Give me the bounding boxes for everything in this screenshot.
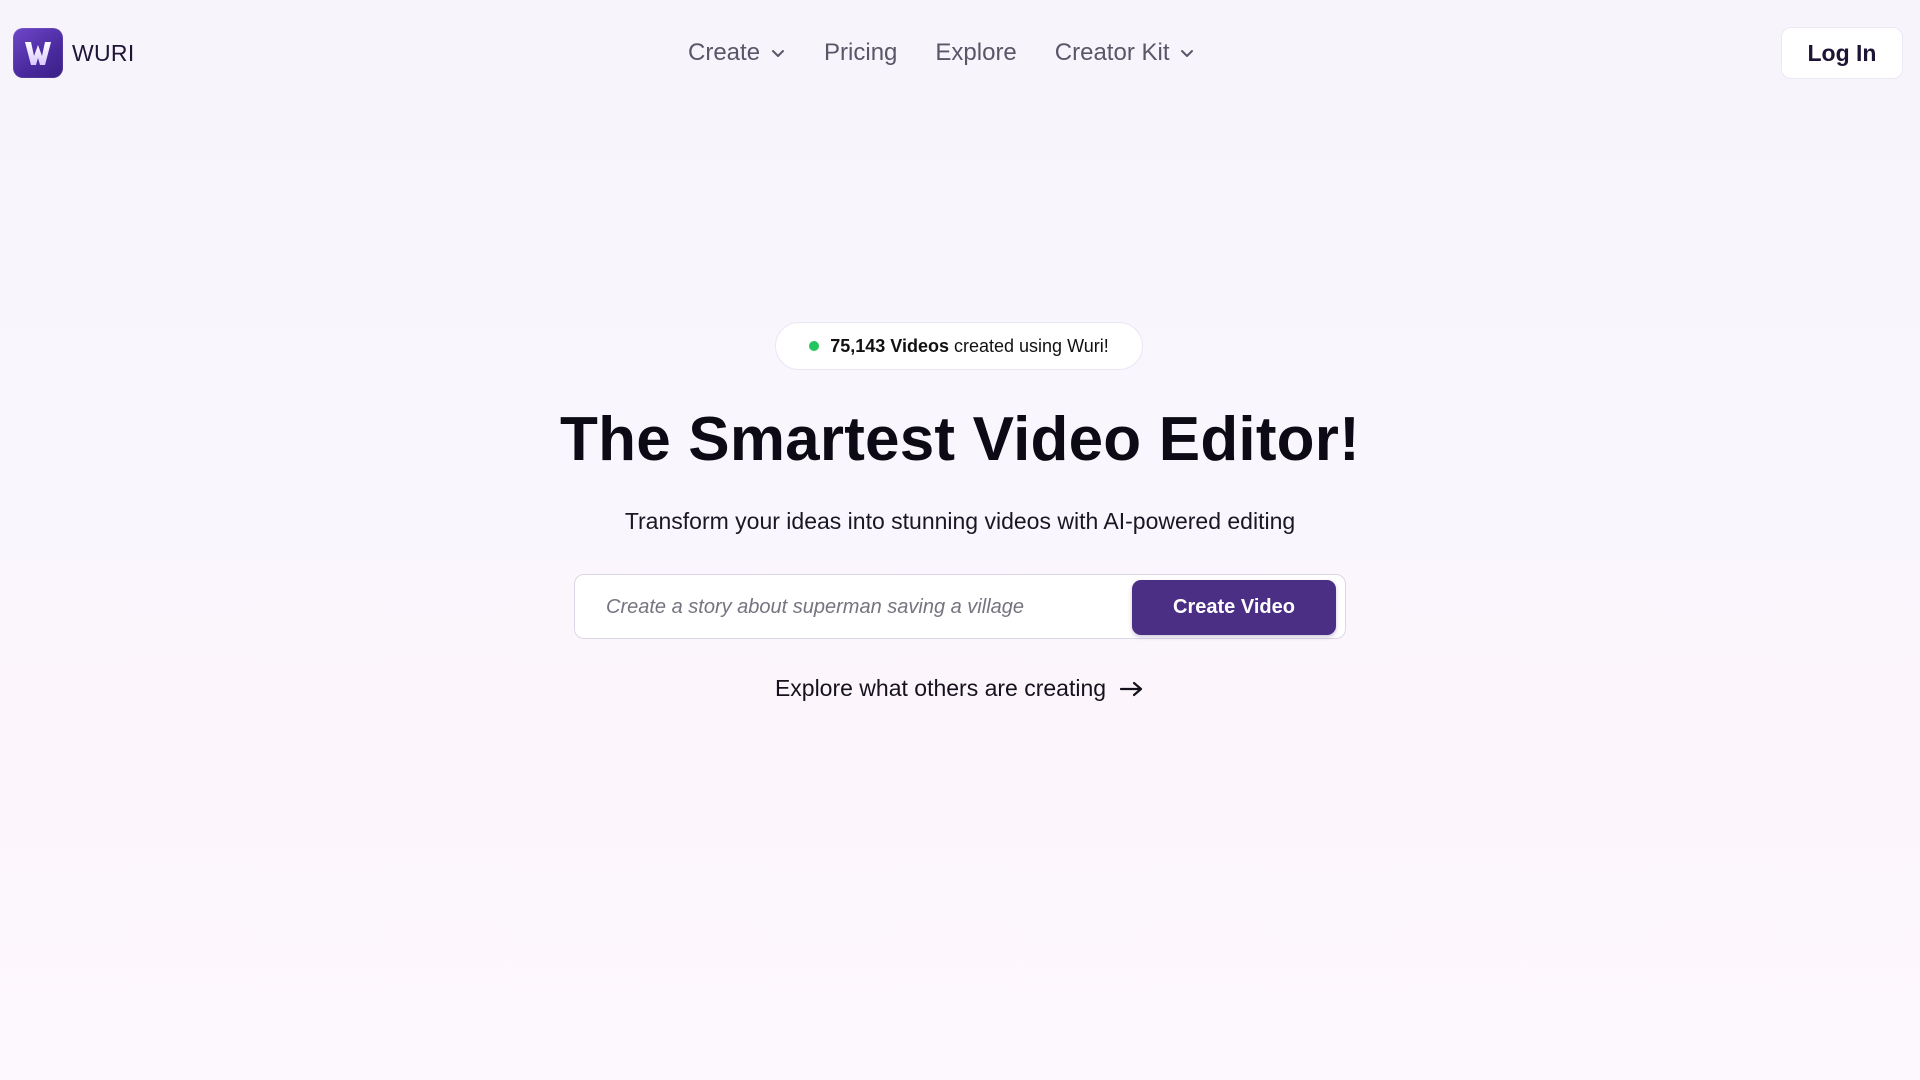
- explore-link-label: Explore what others are creating: [774, 675, 1107, 701]
- nav-item-create[interactable]: Create: [688, 34, 786, 72]
- arrow-right-icon: [1119, 679, 1145, 699]
- prompt-form: Create Video: [574, 574, 1346, 639]
- wuri-logo-icon: [13, 28, 63, 78]
- page-title: The Smartest Video Editor!: [560, 405, 1360, 474]
- page-subtitle: Transform your ideas into stunning video…: [624, 508, 1296, 534]
- main-nav: Create Pricing Explore Creator Kit: [688, 34, 1233, 72]
- login-button[interactable]: Log In: [1781, 27, 1903, 79]
- prompt-input[interactable]: [606, 587, 1126, 627]
- nav-item-label: Explore: [935, 39, 1017, 66]
- videos-created-badge: 75,143 Videos created using Wuri!: [775, 322, 1143, 370]
- nav-item-explore[interactable]: Explore: [935, 34, 1016, 72]
- nav-item-label: Pricing: [824, 39, 898, 66]
- nav-item-pricing[interactable]: Pricing: [824, 34, 897, 72]
- badge-text: created using Wuri!: [954, 335, 1109, 356]
- status-dot-icon: [809, 341, 820, 351]
- create-video-button[interactable]: Create Video: [1132, 580, 1336, 635]
- chevron-down-icon: [770, 45, 786, 61]
- videos-count: 75,143 Videos: [830, 335, 949, 356]
- brand-home-link[interactable]: WURI: [13, 28, 135, 78]
- chevron-down-icon: [1179, 45, 1195, 61]
- explore-creations-link[interactable]: Explore what others are creating: [0, 675, 1920, 702]
- site-header: WURI Create Pricing Explore Creator Kit …: [0, 0, 1920, 106]
- nav-item-label: Create: [688, 39, 761, 66]
- nav-item-label: Creator Kit: [1054, 39, 1170, 66]
- brand-name: WURI: [72, 39, 135, 66]
- nav-item-creator-kit[interactable]: Creator Kit: [1055, 34, 1196, 72]
